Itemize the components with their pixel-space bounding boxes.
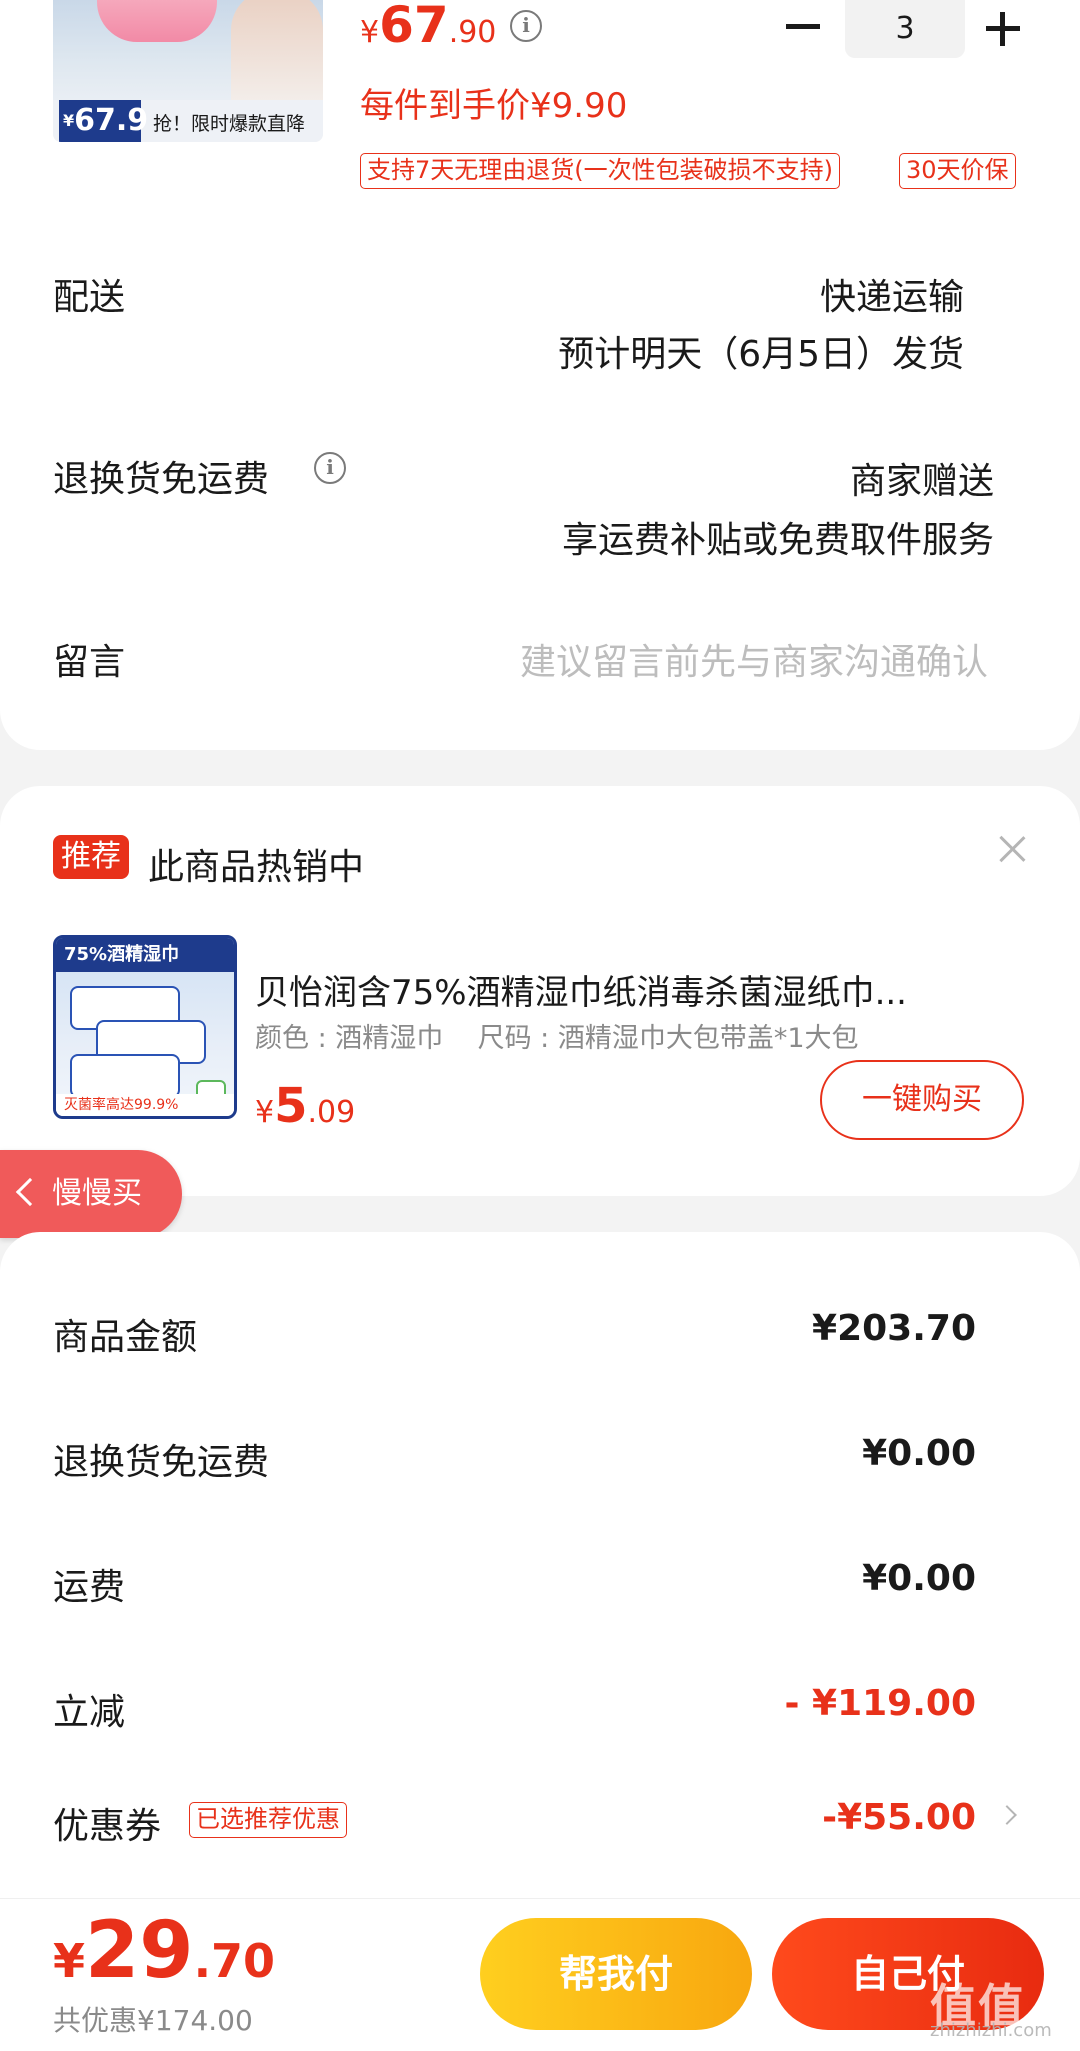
quantity-value[interactable]: 3 bbox=[845, 0, 965, 58]
summary-label-shipping: 运费 bbox=[53, 1567, 126, 1608]
watermark-site: zhizhizhi.com bbox=[930, 2020, 1052, 2041]
close-icon[interactable] bbox=[996, 832, 1028, 864]
product-image-model bbox=[231, 0, 323, 100]
thumbnail-promo-text: 抢！限时爆款直降 bbox=[153, 113, 306, 135]
price-decimal: .09 bbox=[307, 1095, 356, 1130]
message-label: 留言 bbox=[53, 642, 126, 683]
total-price: ¥29.70 bbox=[53, 1906, 275, 1996]
price-info-icon[interactable]: i bbox=[510, 10, 542, 42]
product-price: ¥67.90 bbox=[360, 0, 496, 54]
slow-buy-button[interactable]: 慢慢买 bbox=[0, 1150, 182, 1238]
return-shipping-info-icon[interactable]: i bbox=[314, 452, 346, 484]
recommend-product-price: ¥5.09 bbox=[255, 1078, 355, 1134]
price-integer: 67 bbox=[379, 0, 449, 54]
recommend-title: 此商品热销中 bbox=[148, 847, 365, 888]
coupon-value[interactable]: -¥55.00 bbox=[822, 1797, 976, 1838]
one-click-buy-button[interactable]: 一键购买 bbox=[820, 1060, 1024, 1140]
total-saving: 共优惠¥174.00 bbox=[53, 2004, 253, 2037]
product-thumbnail[interactable]: ¥67.9 抢！限时爆款直降 bbox=[53, 0, 323, 142]
summary-label-goods: 商品金额 bbox=[53, 1317, 198, 1358]
summary-value-goods: ¥203.70 bbox=[812, 1308, 976, 1349]
return-policy-tag: 支持7天无理由退货(一次性包装破损不支持) bbox=[360, 153, 840, 189]
coupon-tag: 已选推荐优惠 bbox=[189, 1802, 347, 1838]
help-me-pay-button[interactable]: 帮我付 bbox=[480, 1918, 752, 2030]
product-image-jar bbox=[97, 0, 217, 42]
price-symbol: ¥ bbox=[360, 15, 380, 50]
delivery-method[interactable]: 快递运输 bbox=[820, 268, 964, 320]
quantity-increase-button[interactable] bbox=[986, 12, 1020, 46]
thumbnail-bottom-label: 灭菌率高达99.9% bbox=[56, 1094, 234, 1116]
thumbnail-price: ¥67.9 bbox=[59, 100, 148, 142]
slow-buy-label: 慢慢买 bbox=[52, 1176, 142, 1211]
price-integer: 5 bbox=[274, 1078, 308, 1134]
return-shipping-value: 商家赠送 bbox=[849, 461, 994, 502]
unit-price: 每件到手价¥9.90 bbox=[360, 86, 628, 126]
product-image-pack bbox=[70, 1054, 180, 1098]
recommend-product-name[interactable]: 贝怡润含75%酒精湿巾纸消毒杀菌湿纸巾... bbox=[255, 965, 907, 1014]
quantity-decrease-button[interactable] bbox=[786, 24, 820, 29]
delivery-eta: 预计明天（6月5日）发货 bbox=[558, 334, 964, 375]
chevron-left-icon bbox=[15, 1177, 45, 1207]
summary-value-shipping: ¥0.00 bbox=[862, 1558, 976, 1599]
recommend-product-attrs: 颜色 : 酒精湿巾 尺码 : 酒精湿巾大包带盖*1大包 bbox=[255, 1023, 859, 1054]
price-symbol: ¥ bbox=[255, 1095, 275, 1130]
return-shipping-detail: 享运费补贴或免费取件服务 bbox=[561, 520, 994, 561]
price-integer: 29 bbox=[85, 1906, 194, 1996]
coupon-label: 优惠券 bbox=[53, 1806, 162, 1847]
return-shipping-label: 退换货免运费 bbox=[53, 459, 270, 500]
price-protect-tag: 30天价保 bbox=[899, 153, 1016, 189]
price-decimal: .70 bbox=[193, 1934, 276, 1988]
delivery-label: 配送 bbox=[53, 277, 126, 318]
recommend-product-thumbnail[interactable]: 75%酒精湿巾 灭菌率高达99.9% bbox=[53, 935, 237, 1119]
recommend-badge: 推荐 bbox=[53, 835, 129, 879]
message-input[interactable]: 建议留言前先与商家沟通确认 bbox=[520, 633, 988, 685]
summary-label-return: 退换货免运费 bbox=[53, 1442, 270, 1483]
summary-value-return: ¥0.00 bbox=[862, 1433, 976, 1474]
summary-value-discount: - ¥119.00 bbox=[784, 1683, 976, 1724]
price-decimal: .90 bbox=[448, 15, 497, 50]
price-symbol: ¥ bbox=[53, 1934, 86, 1988]
thumbnail-top-label: 75%酒精湿巾 bbox=[56, 938, 234, 972]
summary-label-discount: 立减 bbox=[53, 1692, 126, 1733]
